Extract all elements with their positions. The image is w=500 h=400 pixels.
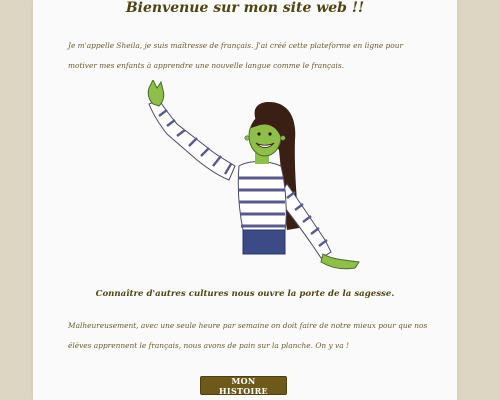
mon-histoire-button[interactable]: MON HISTOIRE [200, 376, 287, 396]
section-subtitle: Connaître d'autres cultures nous ouvre l… [95, 289, 395, 299]
illustration-woman-waving [137, 78, 361, 280]
content-card: Bienvenue sur mon site web !! Je m'appel… [33, 0, 457, 400]
intro-paragraph: Je m'appelle Sheila, je suis maîtresse d… [68, 41, 404, 70]
page-title: Bienvenue sur mon site web !! [125, 0, 365, 16]
woman-illustration-icon [147, 78, 360, 270]
body-paragraph: Malheureusement, avec une seule heure pa… [68, 321, 428, 350]
